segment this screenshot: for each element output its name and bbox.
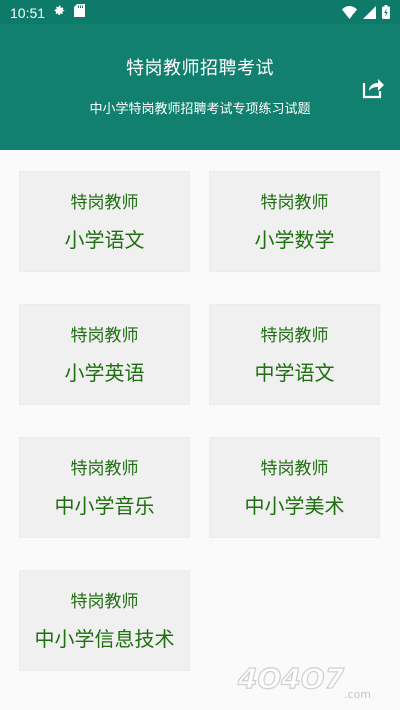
card-subject: 中小学美术 (244, 494, 345, 518)
card-caption: 特岗教师 (70, 459, 139, 479)
card-caption: 特岗教师 (260, 193, 329, 213)
signal-icon (363, 5, 376, 23)
svg-text:x: x (352, 12, 356, 19)
share-button[interactable] (360, 74, 386, 100)
watermark-logo: 4O4O7 .com (236, 658, 392, 702)
page-title: 特岗教师招聘考试 (126, 58, 274, 79)
status-time: 10:51 (10, 4, 46, 21)
page-subtitle: 中小学特岗教师招聘考试专项练习试题 (89, 102, 311, 117)
card-caption: 特岗教师 (70, 193, 139, 213)
subject-card-5[interactable]: 特岗教师 中小学美术 (209, 437, 380, 538)
subject-grid: 特岗教师 小学语文 特岗教师 小学数学 特岗教师 小学英语 特岗教师 中学语文 … (0, 150, 400, 710)
status-left: 10:51 (10, 4, 86, 21)
svg-text:4O4O7: 4O4O7 (237, 662, 345, 695)
battery-icon (382, 5, 390, 23)
subject-card-0[interactable]: 特岗教师 小学语文 (19, 171, 190, 272)
share-icon (360, 79, 386, 104)
card-caption: 特岗教师 (70, 592, 139, 612)
subject-card-3[interactable]: 特岗教师 中学语文 (209, 304, 380, 405)
card-caption: 特岗教师 (70, 326, 139, 346)
gear-icon (53, 4, 66, 21)
app-header: 特岗教师招聘考试 中小学特岗教师招聘考试专项练习试题 (0, 24, 400, 150)
card-caption: 特岗教师 (260, 459, 329, 479)
subject-card-2[interactable]: 特岗教师 小学英语 (19, 304, 190, 405)
status-bar: 10:51 x (0, 0, 400, 24)
card-subject: 中小学音乐 (54, 494, 155, 518)
wifi-icon: x (342, 5, 357, 23)
subject-card-4[interactable]: 特岗教师 中小学音乐 (19, 437, 190, 538)
sd-card-icon (74, 4, 86, 21)
card-subject: 小学英语 (64, 361, 145, 385)
card-subject: 小学数学 (254, 228, 335, 252)
status-right: x (342, 5, 390, 23)
card-subject: 小学语文 (64, 228, 145, 252)
svg-text:.com: .com (344, 688, 371, 701)
card-subject: 中小学信息技术 (34, 627, 175, 651)
subject-card-1[interactable]: 特岗教师 小学数学 (209, 171, 380, 272)
subject-card-6[interactable]: 特岗教师 中小学信息技术 (19, 570, 190, 671)
card-caption: 特岗教师 (260, 326, 329, 346)
card-subject: 中学语文 (254, 361, 335, 385)
